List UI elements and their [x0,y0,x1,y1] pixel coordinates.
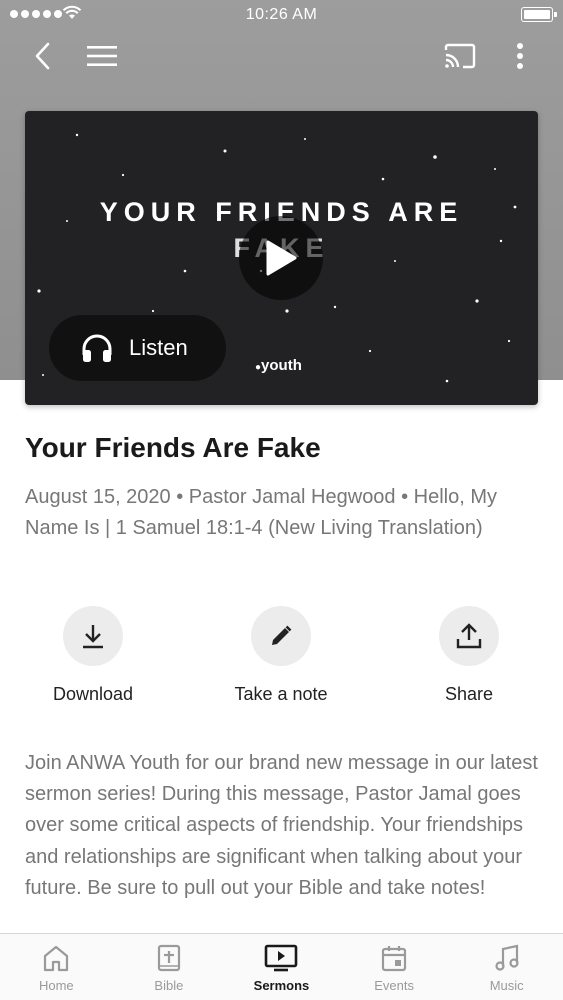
youth-logo: ●youth [255,357,302,374]
home-icon [44,945,69,972]
share-label: Share [444,684,494,704]
play-icon [266,240,297,276]
tab-events[interactable]: Events [338,934,451,1000]
cast-button[interactable] [440,36,480,76]
headphones-icon [82,334,112,362]
tab-music[interactable]: Music [450,934,563,1000]
tab-home-label: Home [38,978,74,993]
more-button[interactable] [500,36,540,76]
tab-bible-label: Bible [154,978,184,993]
sermon-meta: August 15, 2020 • Pastor Jamal Hegwood •… [25,486,498,539]
download-button[interactable]: Download [13,606,173,705]
download-icon [83,625,103,649]
sermon-description: Join ANWA Youth for our brand new messag… [25,752,538,899]
play-button[interactable] [239,216,323,300]
tab-bible[interactable]: Bible [113,934,226,1000]
sermon-title: Your Friends Are Fake [25,432,321,463]
music-icon [495,944,519,971]
tab-music-label: Music [489,978,524,993]
tab-sermons-label: Sermons [253,978,310,993]
tab-bar: Home Bible Sermons Events Music [0,933,563,1000]
menu-icon [87,46,117,66]
tab-home[interactable]: Home [0,934,113,1000]
sermons-icon [265,944,298,972]
cast-icon [444,43,476,69]
pencil-icon [272,625,292,645]
take-note-button[interactable]: Take a note [201,606,361,705]
more-icon [517,43,523,69]
download-label: Download [52,684,134,704]
back-button[interactable] [22,36,62,76]
events-icon [381,946,407,972]
share-icon [456,623,482,649]
menu-button[interactable] [82,36,122,76]
share-button[interactable]: Share [389,606,549,705]
take-note-label: Take a note [234,684,328,704]
status-bar: 10:26 AM [0,0,563,30]
bible-icon [157,944,180,972]
listen-button[interactable]: Listen [49,315,226,381]
sermon-video[interactable]: YOUR FRIENDS ARE FAKE Listen ●youth [25,111,538,405]
battery-icon [521,7,557,22]
tab-sermons[interactable]: Sermons [225,934,338,1000]
tab-events-label: Events [374,978,414,993]
listen-label: Listen [129,335,188,360]
status-time: 10:26 AM [245,6,318,23]
back-icon [35,42,50,70]
